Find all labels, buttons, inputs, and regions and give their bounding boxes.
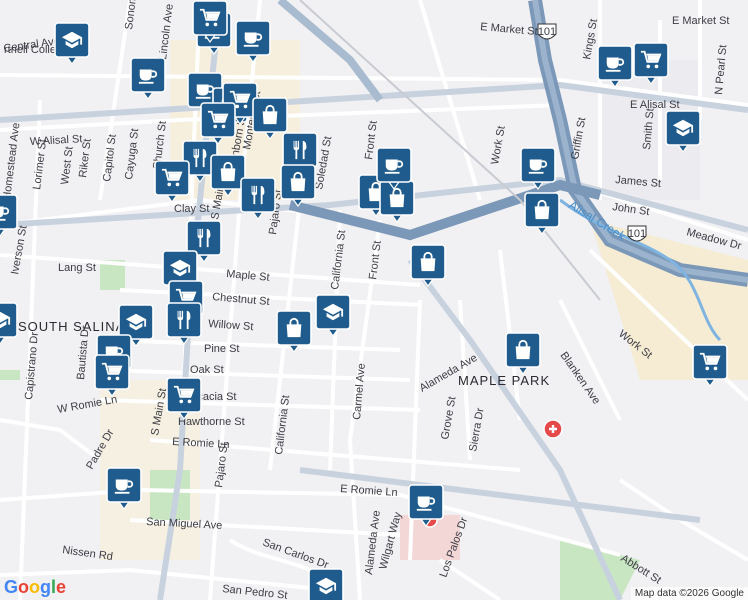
svg-text:101: 101 [628, 228, 646, 240]
street-label: Lang St [58, 262, 96, 274]
map-attribution: Map data ©2026 Google [630, 587, 748, 600]
svg-text:101: 101 [538, 26, 556, 38]
hospital-icon[interactable] [543, 419, 563, 439]
map-canvas[interactable]: 101 101 MAPLE PARK SOUTH SALINA rtnell C… [0, 0, 748, 600]
route-shield-101-a: 101 [537, 23, 557, 40]
street-label: Oak St [190, 364, 224, 376]
park-area-4 [0, 370, 20, 380]
park-area [150, 470, 190, 520]
area-label-maple-park: MAPLE PARK [458, 373, 550, 388]
route-shield-101-b: 101 [627, 225, 647, 242]
area-label-south-salinas: SOUTH SALINA [18, 319, 125, 334]
school-poi-pin[interactable] [308, 568, 344, 600]
street-label: Hawthorne St [178, 416, 245, 428]
google-logo: Google [4, 577, 67, 597]
street-label: Pine St [204, 343, 239, 355]
street-label: E Market St [672, 15, 729, 27]
street-label: Clay St [174, 203, 209, 215]
